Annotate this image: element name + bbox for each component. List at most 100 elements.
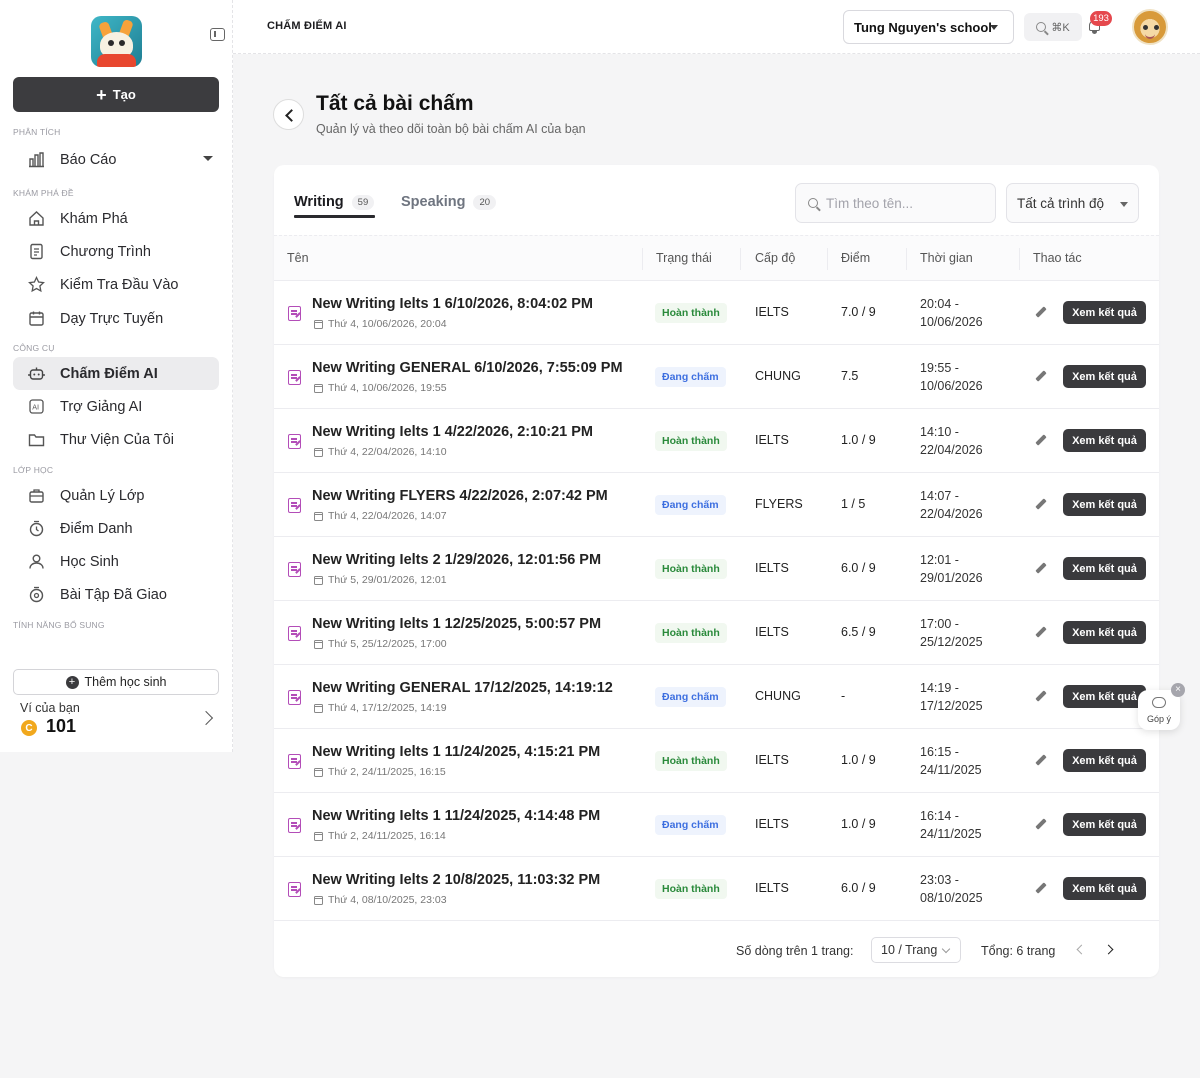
sidebar-collapse-icon[interactable] (210, 28, 225, 41)
writing-doc-icon (288, 370, 301, 385)
edit-icon[interactable] (1035, 690, 1048, 703)
row-title[interactable]: New Writing Ielts 2 10/8/2025, 11:03:32 … (312, 872, 600, 888)
table-row[interactable]: New Writing Ielts 2 10/8/2025, 11:03:32 … (274, 857, 1159, 921)
row-title[interactable]: New Writing Ielts 1 12/25/2025, 5:00:57 … (312, 616, 601, 632)
edit-icon[interactable] (1035, 754, 1048, 767)
edit-icon[interactable] (1035, 818, 1048, 831)
tab-speaking[interactable]: Speaking 20 (401, 189, 497, 215)
chevron-right-icon[interactable] (198, 710, 214, 726)
create-button[interactable]: + Tạo (13, 77, 219, 112)
app-logo[interactable] (91, 16, 142, 67)
row-time-clock: 19:55 - (920, 361, 959, 375)
row-time-clock: 23:03 - (920, 873, 959, 887)
view-result-button[interactable]: Xem kết quả (1063, 621, 1146, 644)
plus-icon: + (96, 84, 107, 105)
writing-doc-icon (288, 434, 301, 449)
school-select[interactable]: Tung Nguyen's school (843, 10, 1014, 44)
tab-writing[interactable]: Writing 59 (294, 189, 375, 215)
view-result-button[interactable]: Xem kết quả (1063, 749, 1146, 772)
row-title[interactable]: New Writing GENERAL 17/12/2025, 14:19:12 (312, 680, 613, 696)
view-result-button[interactable]: Xem kết quả (1063, 365, 1146, 388)
row-title[interactable]: New Writing Ielts 1 6/10/2026, 8:04:02 P… (312, 296, 593, 312)
sidebar-item-program[interactable]: Chương Trình (13, 235, 219, 268)
row-title[interactable]: New Writing Ielts 1 4/22/2026, 2:10:21 P… (312, 424, 593, 440)
sidebar-item-ai-assistant[interactable]: AI Trợ Giảng AI (13, 390, 219, 423)
view-result-button[interactable]: Xem kết quả (1063, 813, 1146, 836)
next-page-icon[interactable] (1103, 944, 1114, 955)
table-row[interactable]: New Writing FLYERS 4/22/2026, 2:07:42 PM… (274, 473, 1159, 537)
page-size-select[interactable]: 10 / Trang (871, 937, 961, 963)
tab-count: 20 (473, 194, 497, 210)
view-result-button[interactable]: Xem kết quả (1063, 557, 1146, 580)
row-title[interactable]: New Writing Ielts 1 11/24/2025, 4:15:21 … (312, 744, 600, 760)
status-badge: Đang chấm (655, 687, 726, 707)
table-row[interactable]: New Writing Ielts 1 6/10/2026, 8:04:02 P… (274, 281, 1159, 345)
sidebar-item-online[interactable]: Dạy Trực Tuyến (13, 302, 219, 335)
view-result-button[interactable]: Xem kết quả (1063, 685, 1146, 708)
row-title[interactable]: New Writing FLYERS 4/22/2026, 2:07:42 PM (312, 488, 608, 504)
row-date: Thứ 2, 24/11/2025, 16:15 (328, 766, 446, 778)
row-title[interactable]: New Writing GENERAL 6/10/2026, 7:55:09 P… (312, 360, 623, 376)
sidebar-item-students[interactable]: Học Sinh (13, 545, 219, 578)
row-time-date: 24/11/2025 (920, 763, 982, 777)
edit-icon[interactable] (1035, 306, 1048, 319)
sidebar-item-report[interactable]: Báo Cáo (13, 143, 219, 176)
view-result-button[interactable]: Xem kết quả (1063, 429, 1146, 452)
edit-icon[interactable] (1035, 498, 1048, 511)
add-student-button[interactable]: + Thêm học sinh (13, 669, 219, 695)
row-time: 14:10 - 22/04/2026 (920, 423, 983, 459)
row-title[interactable]: New Writing Ielts 1 11/24/2025, 4:14:48 … (312, 808, 600, 824)
table-row[interactable]: New Writing Ielts 1 12/25/2025, 5:00:57 … (274, 601, 1159, 665)
row-score: 6.0 / 9 (841, 881, 876, 895)
table-row[interactable]: New Writing Ielts 1 11/24/2025, 4:14:48 … (274, 793, 1159, 857)
search-input[interactable] (826, 195, 986, 211)
back-button[interactable] (273, 99, 304, 130)
view-result-button[interactable]: Xem kết quả (1063, 493, 1146, 516)
sidebar-item-label: Chương Trình (60, 243, 151, 260)
table-row[interactable]: New Writing GENERAL 6/10/2026, 7:55:09 P… (274, 345, 1159, 409)
tab-label: Writing (294, 194, 344, 210)
calendar-icon (314, 448, 323, 457)
column-header-level[interactable]: Cấp độ (755, 251, 795, 265)
row-time: 14:19 - 17/12/2025 (920, 679, 983, 715)
column-header-status[interactable]: Trạng thái (656, 251, 712, 265)
status-badge: Hoàn thành (655, 303, 727, 323)
global-search-button[interactable]: ⌘K (1024, 13, 1082, 41)
sidebar-item-discover[interactable]: Khám Phá (13, 202, 219, 235)
users-icon (28, 553, 45, 570)
chevron-down-icon[interactable] (203, 156, 213, 161)
edit-icon[interactable] (1035, 882, 1048, 895)
sidebar-item-entry-test[interactable]: Kiểm Tra Đầu Vào (13, 268, 219, 301)
search-field[interactable] (795, 183, 996, 223)
clock-badge-icon (28, 520, 45, 537)
close-icon[interactable]: × (1171, 683, 1185, 697)
add-student-label: Thêm học sinh (84, 675, 167, 689)
row-title[interactable]: New Writing Ielts 2 1/29/2026, 12:01:56 … (312, 552, 601, 568)
edit-icon[interactable] (1035, 434, 1048, 447)
table-row[interactable]: New Writing Ielts 1 4/22/2026, 2:10:21 P… (274, 409, 1159, 473)
sidebar-item-library[interactable]: Thư Viện Của Tôi (13, 423, 219, 456)
column-header-score[interactable]: Điểm (841, 251, 870, 265)
table-row[interactable]: New Writing Ielts 2 1/29/2026, 12:01:56 … (274, 537, 1159, 601)
edit-icon[interactable] (1035, 562, 1048, 575)
edit-icon[interactable] (1035, 626, 1048, 639)
table-row[interactable]: New Writing Ielts 1 11/24/2025, 4:15:21 … (274, 729, 1159, 793)
scroll-fade (0, 630, 232, 660)
edit-icon[interactable] (1035, 370, 1048, 383)
avatar[interactable] (1132, 9, 1168, 45)
view-result-button[interactable]: Xem kết quả (1063, 877, 1146, 900)
view-result-button[interactable]: Xem kết quả (1063, 301, 1146, 324)
sidebar-item-assigned[interactable]: Bài Tập Đã Giao (13, 578, 219, 611)
prev-page-icon[interactable] (1076, 944, 1087, 955)
sidebar-item-class-manage[interactable]: Quản Lý Lớp (13, 479, 219, 512)
column-header-time[interactable]: Thời gian (920, 251, 973, 265)
robot-icon (28, 365, 45, 382)
page-subtitle: Quản lý và theo dõi toàn bộ bài chấm AI … (316, 122, 586, 136)
table-row[interactable]: New Writing GENERAL 17/12/2025, 14:19:12… (274, 665, 1159, 729)
column-header-name[interactable]: Tên (287, 251, 309, 265)
sidebar-item-ai-grading[interactable]: Chấm Điểm AI (13, 357, 219, 390)
sidebar-item-attendance[interactable]: Điểm Danh (13, 512, 219, 545)
sidebar-item-label: Bài Tập Đã Giao (60, 586, 167, 603)
row-time-clock: 20:04 - (920, 297, 959, 311)
level-filter-select[interactable]: Tất cả trình độ (1006, 183, 1139, 223)
